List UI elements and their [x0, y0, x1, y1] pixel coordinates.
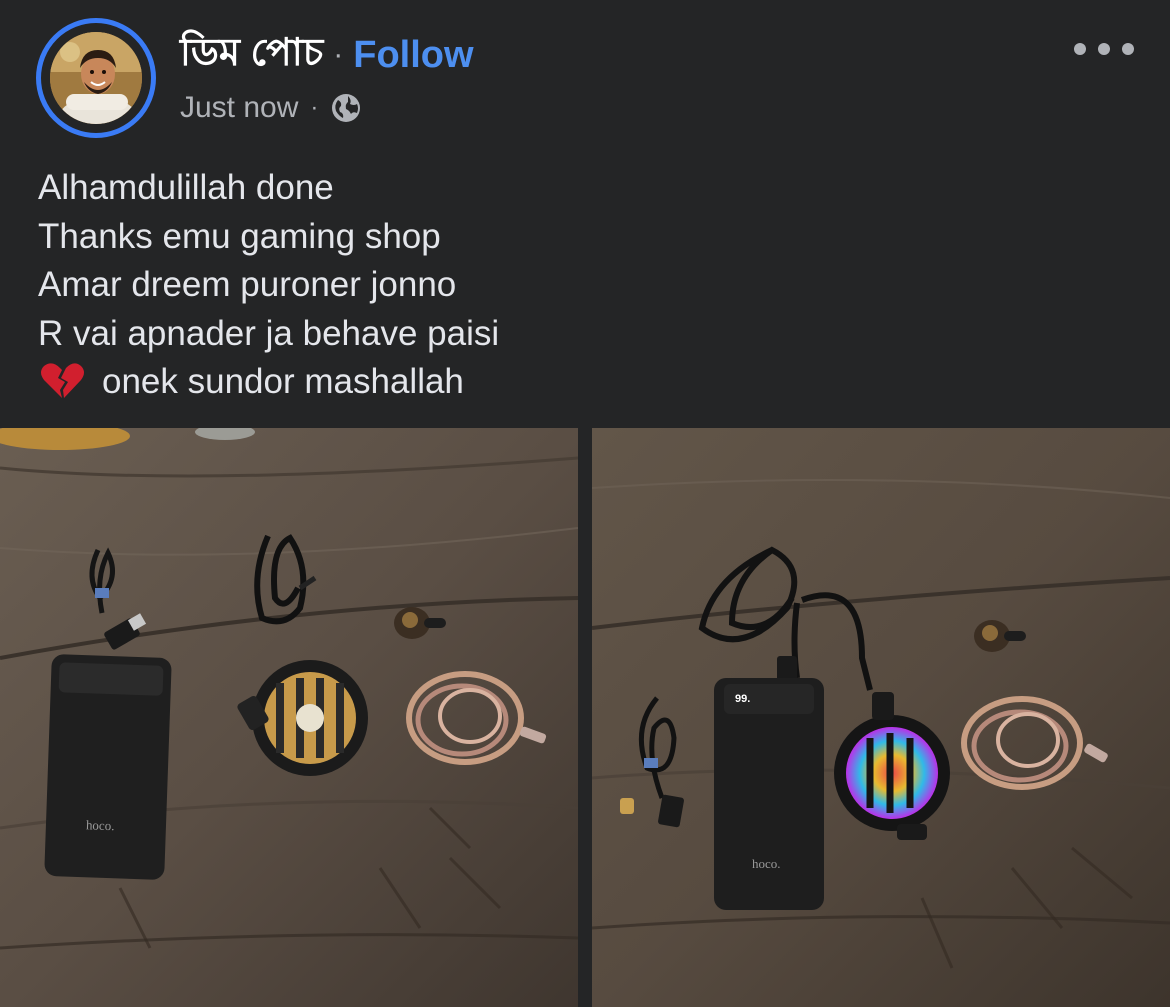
author-name[interactable]: ডিম পোচ: [180, 23, 323, 87]
post-header: ডিম পোচ · Follow Just now ·: [0, 0, 1170, 160]
caption-line: R vai apnader ja behave paisi: [38, 313, 500, 353]
author-avatar[interactable]: [36, 18, 156, 138]
caption-line: Amar dreem puroner jonno: [38, 265, 457, 304]
post-photo-2[interactable]: 99. hoco.: [592, 428, 1170, 1007]
more-options-icon[interactable]: [1074, 34, 1134, 64]
caption-line: Thanks emu gaming shop: [38, 216, 441, 256]
powerbank-brand-label-2: hoco.: [752, 856, 781, 871]
caption-last-line-text: onek sundor mashallah: [102, 362, 464, 401]
post-meta: Just now ·: [180, 88, 362, 128]
post-timestamp[interactable]: Just now: [180, 91, 298, 125]
avatar-image: [50, 32, 142, 124]
meta-separator-dot: ·: [310, 94, 319, 121]
powerbank-brand-label-1: hoco.: [86, 817, 115, 833]
powerbank-display: 99.: [735, 693, 750, 705]
globe-icon[interactable]: [330, 92, 362, 124]
caption-line: Alhamdulillah done: [38, 168, 334, 207]
caption-line-with-emoji: onek sundor mashallah: [38, 358, 499, 407]
post-caption: Alhamdulillah done Thanks emu gaming sho…: [38, 164, 499, 407]
broken-heart-icon: [38, 360, 86, 400]
post-photo-1[interactable]: hoco.: [0, 428, 578, 1007]
follow-button[interactable]: Follow: [353, 34, 473, 77]
author-line: ডিম পোচ · Follow: [180, 30, 474, 80]
separator-dot: ·: [333, 38, 344, 71]
